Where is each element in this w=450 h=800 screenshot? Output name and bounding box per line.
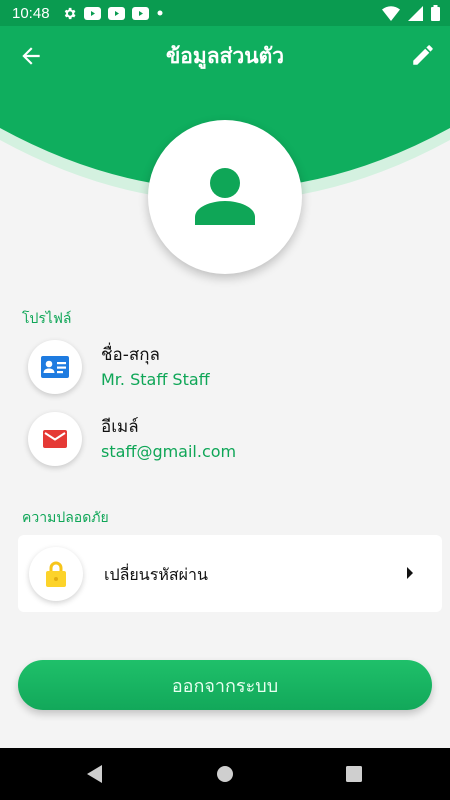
mail-icon — [43, 430, 67, 448]
app-bar: ข้อมูลส่วนตัว — [0, 26, 450, 86]
mail-icon-circle — [28, 412, 82, 466]
status-bar: 10:48 — [0, 0, 450, 26]
email-label: อีเมล์ — [101, 416, 139, 437]
avatar[interactable] — [148, 120, 302, 274]
name-value: Mr. Staff Staff — [101, 369, 210, 389]
lock-icon — [46, 561, 66, 587]
change-password-card[interactable]: เปลี่ยนรหัสผ่าน — [18, 535, 442, 612]
name-label: ชื่อ-สกุล — [101, 344, 160, 365]
page-title: ข้อมูลส่วนตัว — [165, 43, 285, 68]
wifi-icon — [382, 5, 400, 21]
home-nav-icon[interactable] — [216, 764, 234, 784]
youtube-icon — [107, 6, 125, 20]
logout-button[interactable]: ออกจากระบบ — [18, 660, 432, 710]
signal-icon — [408, 5, 423, 21]
navigation-bar — [0, 748, 450, 800]
email-row: อีเมล์ staff@gmail.com — [28, 412, 236, 466]
name-row: ชื่อ-สกุล Mr. Staff Staff — [28, 340, 210, 394]
contact-card-icon — [41, 356, 69, 378]
profile-section-title: โปรไฟล์ — [22, 311, 72, 327]
dot-icon — [157, 10, 163, 16]
contact-card-icon-circle — [28, 340, 82, 394]
chevron-right-icon — [407, 567, 413, 579]
recents-nav-icon[interactable] — [345, 764, 363, 784]
pencil-icon[interactable] — [410, 42, 436, 68]
email-value: staff@gmail.com — [101, 441, 237, 461]
youtube-icon — [131, 6, 149, 20]
youtube-icon — [83, 6, 101, 20]
status-time: 10:48 — [12, 4, 50, 22]
person-icon — [195, 168, 255, 225]
battery-icon — [431, 5, 440, 21]
security-section-title: ความปลอดภัย — [22, 510, 109, 526]
change-password-label: เปลี่ยนรหัสผ่าน — [104, 565, 208, 584]
arrow-left-icon[interactable] — [18, 43, 44, 69]
settings-icon — [64, 7, 76, 19]
lock-icon-circle — [29, 547, 83, 601]
back-nav-icon[interactable] — [85, 764, 103, 784]
